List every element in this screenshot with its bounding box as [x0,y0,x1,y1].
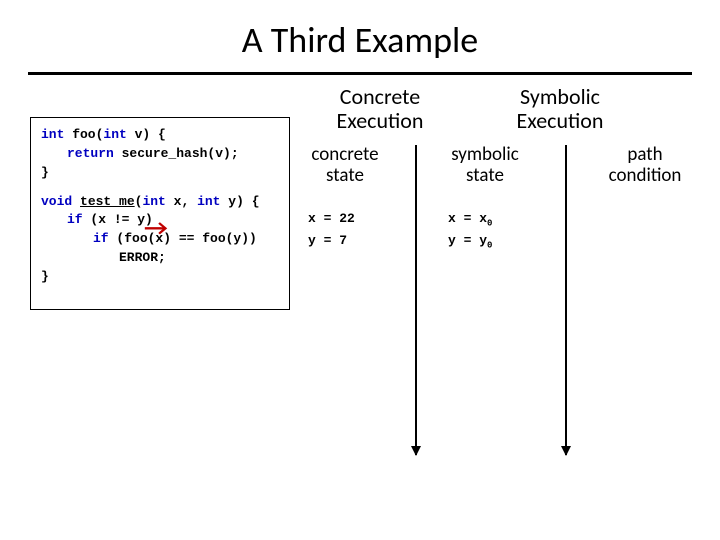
divider-arrow-2 [565,145,567,455]
slide-content: int foo(int v) { return secure_hash(v); … [0,75,720,525]
symbolic-y: y = y0 [448,233,492,251]
code-line-4: void test_me(int x, int y) { [41,193,279,212]
code-line-1: int foo(int v) { [41,126,279,145]
slide-title: A Third Example [0,0,720,62]
concrete-state-header: concrete state [300,145,390,187]
code-line-8: } [41,268,279,287]
concrete-x: x = 22 [308,211,355,226]
pointer-arrow-icon: → [144,214,168,241]
concrete-y: y = 7 [308,233,347,248]
symbolic-state-header: symbolic state [440,145,530,187]
code-line-3: } [41,164,279,183]
symbolic-execution-header: Symbolic Execution [495,85,625,133]
symbolic-x: x = x0 [448,211,492,229]
divider-arrow-1 [415,145,417,455]
code-line-2: return secure_hash(v); [41,145,279,164]
code-line-7: ERROR; [41,249,279,268]
concrete-execution-header: Concrete Execution [315,85,445,133]
path-condition-header: path condition [600,145,690,187]
